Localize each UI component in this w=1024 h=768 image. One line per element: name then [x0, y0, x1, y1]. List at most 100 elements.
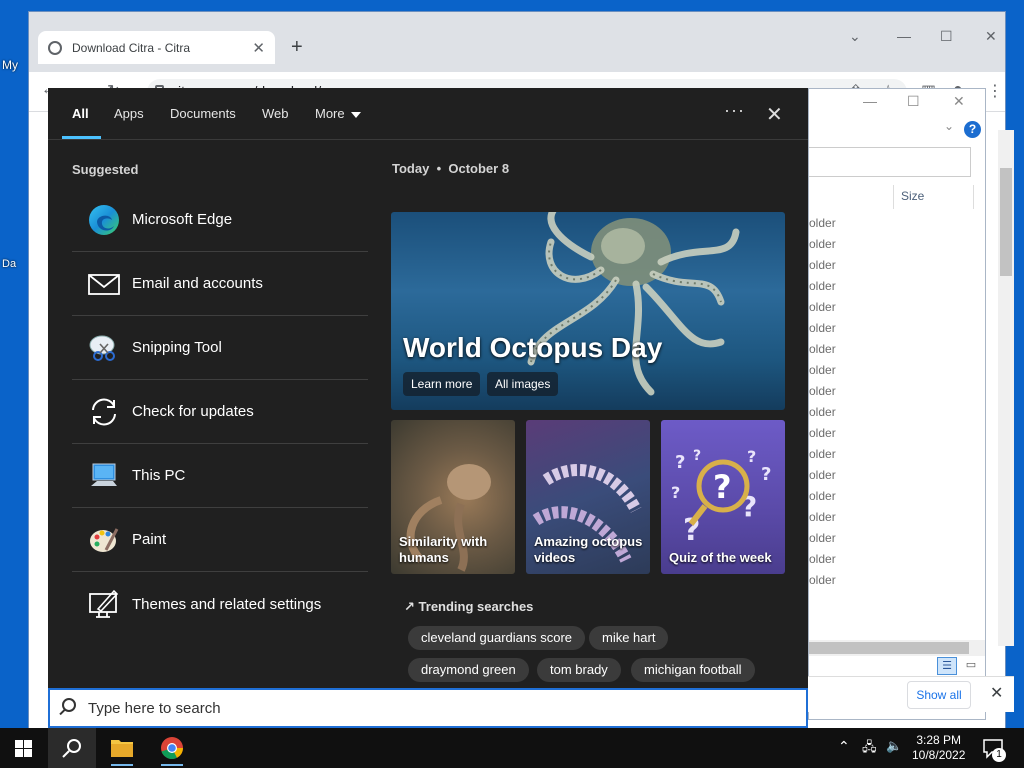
svg-text:?: ? [747, 447, 756, 466]
minimize-button[interactable]: — [863, 93, 877, 109]
close-window-button[interactable]: ✕ [953, 93, 965, 110]
suggested-item[interactable]: Snipping Tool [72, 316, 368, 380]
scrollbar-thumb[interactable] [1000, 168, 1012, 276]
size-column-header[interactable]: Size [901, 189, 924, 203]
file-explorer-taskbar-button[interactable] [98, 728, 146, 768]
clock[interactable]: 3:28 PM 10/8/2022 [912, 733, 965, 763]
thumbnail-view-icon[interactable]: ▭ [961, 657, 981, 675]
suggested-item[interactable]: This PC [72, 444, 368, 508]
volume-icon[interactable]: 🔈 [886, 738, 902, 754]
tile-label: Amazing octopus videos [534, 534, 642, 566]
tab-documents[interactable]: Documents [170, 106, 236, 121]
file-list-row[interactable]: older [809, 489, 836, 510]
show-all-button[interactable]: Show all [907, 681, 971, 709]
file-list-row[interactable]: older [809, 363, 836, 384]
close-window-button[interactable]: ✕ [985, 28, 997, 45]
suggested-item[interactable]: Check for updates [72, 380, 368, 444]
trending-pill[interactable]: draymond green [408, 658, 529, 682]
tile-quiz[interactable]: ?? ?? ?? ? ? Quiz of the week [661, 420, 785, 574]
help-icon[interactable]: ? [964, 121, 981, 138]
chevron-down-icon[interactable]: ⌄ [944, 119, 954, 133]
tile-label-line: videos [534, 550, 576, 565]
file-list-row[interactable]: older [809, 258, 836, 279]
network-icon[interactable]: 🖧 [862, 738, 877, 760]
taskbar-search-button[interactable] [48, 728, 96, 768]
download-bar: Show all ✕ [808, 676, 1014, 712]
file-list-row[interactable]: older [809, 279, 836, 300]
notification-center-icon[interactable]: 1 [982, 738, 1006, 762]
file-list-row[interactable]: older [809, 342, 836, 363]
paint-icon [90, 527, 119, 552]
file-list-row[interactable]: older [809, 552, 836, 573]
chrome-taskbar-button[interactable] [148, 728, 196, 768]
svg-text:?: ? [671, 483, 680, 502]
edge-icon [89, 204, 119, 235]
maximize-button[interactable]: ☐ [940, 28, 953, 45]
desktop-icon-label[interactable]: My [2, 58, 18, 72]
menu-icon[interactable]: ⋮ [987, 81, 1003, 101]
tab-web[interactable]: Web [262, 106, 289, 121]
explorer-search-field[interactable] [809, 147, 971, 177]
file-list-row[interactable]: older [809, 384, 836, 405]
bullet-separator: • [432, 161, 445, 176]
svg-text:?: ? [713, 468, 732, 506]
file-list-row[interactable]: older [809, 405, 836, 426]
trending-pill[interactable]: mike hart [589, 626, 669, 650]
trending-pill[interactable]: tom brady [537, 658, 621, 682]
tab-all[interactable]: All [72, 106, 89, 121]
maximize-button[interactable]: ☐ [907, 93, 920, 110]
today-label: Today [392, 161, 430, 176]
suggested-item-label: This PC [132, 467, 186, 484]
file-list-row[interactable]: older [809, 216, 836, 237]
tab-more[interactable]: More [315, 106, 361, 121]
file-list-row[interactable]: older [809, 468, 836, 489]
hero-card[interactable]: World Octopus Day Learn more All images [391, 212, 785, 410]
tab-search-icon[interactable]: ⌄ [849, 28, 861, 45]
search-box[interactable]: Type here to search [48, 688, 808, 728]
scrollbar-thumb[interactable] [809, 642, 969, 654]
today-heading: Today • October 8 [392, 161, 509, 176]
search-input[interactable]: Type here to search [88, 700, 221, 717]
today-date: October 8 [448, 161, 510, 176]
suggested-item[interactable]: Themes and related settings [72, 572, 368, 636]
suggested-item-label: Themes and related settings [132, 595, 322, 613]
globe-icon [48, 40, 62, 55]
file-list-row[interactable]: older [809, 300, 836, 321]
more-options-icon[interactable]: ··· [724, 100, 745, 121]
all-images-button[interactable]: All images [487, 372, 559, 396]
hero-title: World Octopus Day [403, 332, 663, 363]
suggested-item[interactable]: Paint [72, 508, 368, 572]
details-view-icon[interactable]: ☰ [937, 657, 957, 675]
suggested-item[interactable]: Email and accounts [72, 252, 368, 316]
tab-close-icon[interactable]: ✕ [252, 39, 265, 57]
desktop-icon-label[interactable]: Da [2, 258, 16, 270]
close-icon[interactable]: ✕ [766, 102, 783, 127]
browser-tab[interactable]: Download Citra - Citra ✕ [38, 31, 275, 64]
show-hidden-icons-icon[interactable]: ⌃ [838, 738, 850, 755]
file-list-row[interactable]: older [809, 531, 836, 552]
trending-pill[interactable]: cleveland guardians score [408, 626, 586, 650]
search-panel: All Apps Documents Web More ··· ✕ Sugges… [48, 88, 808, 688]
clock-time: 3:28 PM [916, 733, 962, 747]
snipping-tool-icon [89, 335, 115, 361]
file-list-row[interactable]: older [809, 426, 836, 447]
start-button[interactable] [0, 728, 48, 768]
tab-apps[interactable]: Apps [114, 106, 144, 121]
file-list-row[interactable]: older [809, 447, 836, 468]
minimize-button[interactable]: — [897, 28, 911, 44]
file-list-row[interactable]: older [809, 321, 836, 342]
suggested-item[interactable]: Microsoft Edge [72, 188, 368, 252]
tab-strip: Download Citra - Citra ✕ + ⌄ — ☐ ✕ [29, 12, 1005, 72]
close-icon[interactable]: ✕ [990, 683, 1003, 703]
suggested-heading: Suggested [72, 162, 139, 177]
tile-similarity[interactable]: Similarity with humans [391, 420, 515, 574]
tile-octopus-videos[interactable]: Amazing octopus videos [526, 420, 650, 574]
svg-text:?: ? [675, 452, 685, 473]
trending-pill[interactable]: michigan football [631, 658, 755, 682]
tab-title: Download Citra - Citra [72, 40, 191, 55]
learn-more-button[interactable]: Learn more [403, 372, 481, 396]
file-list-row[interactable]: older [809, 237, 836, 258]
file-list-row[interactable]: older [809, 573, 836, 594]
new-tab-button[interactable]: + [291, 36, 303, 59]
file-list-row[interactable]: older [809, 510, 836, 531]
